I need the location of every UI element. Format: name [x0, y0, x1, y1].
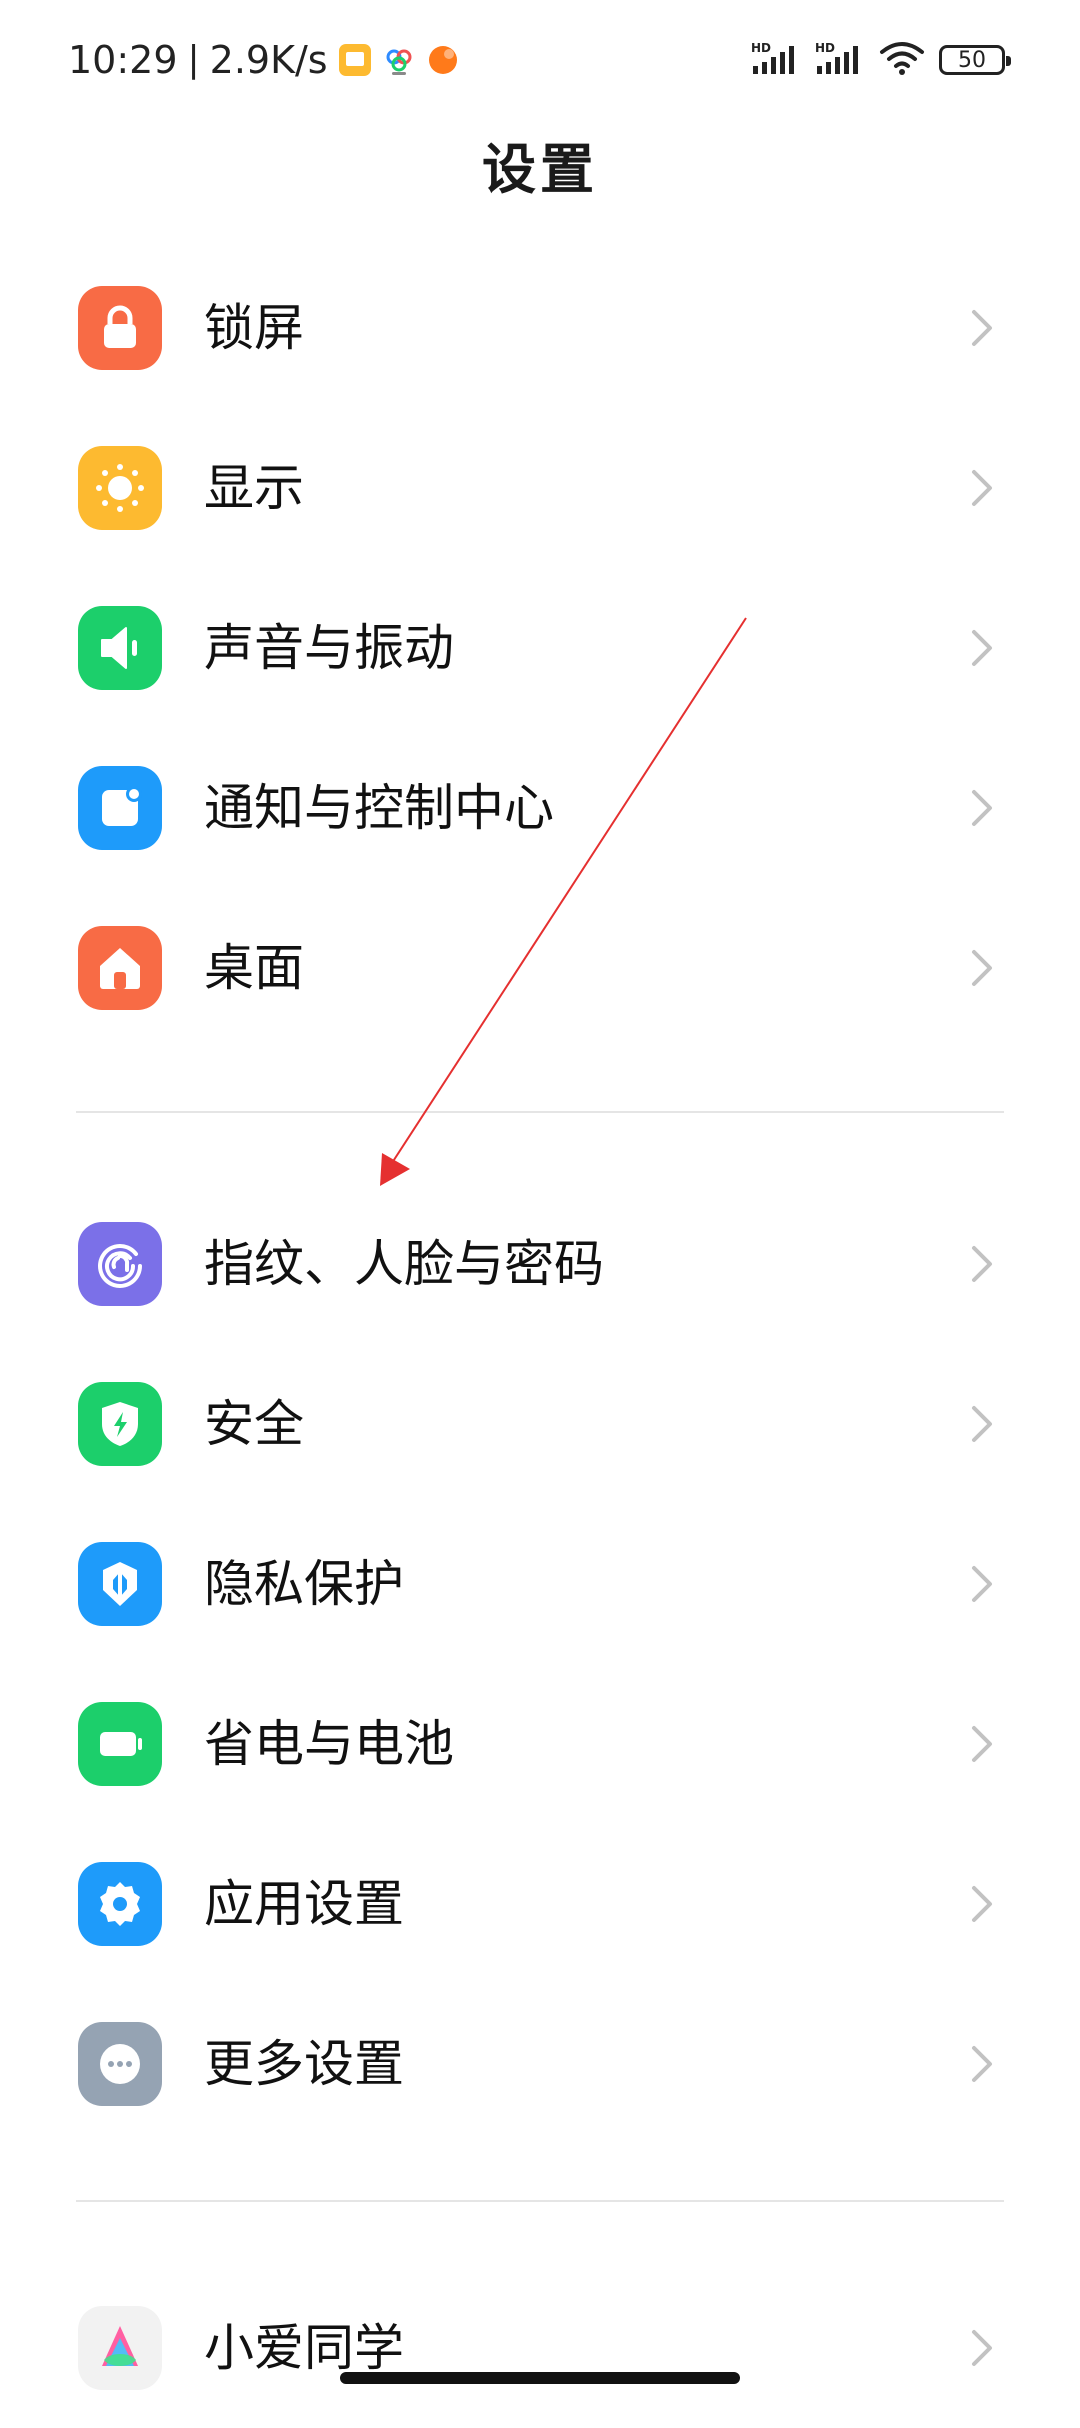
status-time: 10:29 — [68, 38, 178, 82]
status-left: 10:29 | 2.9K/s — [68, 30, 460, 90]
setting-item-lock-screen[interactable]: 锁屏 — [0, 248, 1080, 408]
setting-item-security[interactable]: 安全 — [0, 1344, 1080, 1504]
chevron-right-icon — [972, 310, 992, 346]
chevron-right-icon — [972, 1726, 992, 1762]
setting-item-label: 通知与控制中心 — [204, 779, 554, 837]
setting-item-sound-vibration[interactable]: 声音与振动 — [0, 568, 1080, 728]
cloud-notification-icon — [382, 43, 416, 77]
setting-item-desktop[interactable]: 桌面 — [0, 888, 1080, 1048]
setting-item-label: 安全 — [204, 1395, 304, 1453]
sun-icon — [78, 446, 162, 530]
setting-item-label: 锁屏 — [204, 299, 304, 357]
setting-item-label: 指纹、人脸与密码 — [204, 1235, 604, 1293]
network-speed: 2.9K/s — [209, 38, 328, 82]
status-separator: | — [187, 39, 200, 80]
home-icon — [78, 926, 162, 1010]
privacy-icon — [78, 1542, 162, 1626]
section-divider — [76, 1111, 1004, 1113]
battery-indicator: 50 — [939, 45, 1011, 75]
notification-icon — [78, 766, 162, 850]
chevron-right-icon — [972, 1406, 992, 1442]
chevron-right-icon — [972, 950, 992, 986]
app-notification-icon — [426, 43, 460, 77]
cell-signal-2-icon: HD — [815, 40, 865, 80]
shield-icon — [78, 1382, 162, 1466]
setting-item-label: 桌面 — [204, 939, 304, 997]
status-right: HD HD 50 — [751, 30, 1011, 90]
setting-item-label: 声音与振动 — [204, 619, 454, 677]
gear-icon — [78, 1862, 162, 1946]
xiaoai-icon — [78, 2306, 162, 2390]
setting-item-label: 省电与电池 — [204, 1715, 454, 1773]
chevron-right-icon — [972, 470, 992, 506]
setting-item-display[interactable]: 显示 — [0, 408, 1080, 568]
chevron-right-icon — [972, 1566, 992, 1602]
gesture-bar[interactable] — [340, 2372, 740, 2384]
lock-icon — [78, 286, 162, 370]
svg-text:HD: HD — [751, 41, 771, 55]
speaker-icon — [78, 606, 162, 690]
svg-text:HD: HD — [815, 41, 835, 55]
setting-item-label: 更多设置 — [204, 2035, 404, 2093]
status-bar: 10:29 | 2.9K/s HD HD 50 — [0, 0, 1080, 120]
chevron-right-icon — [972, 1886, 992, 1922]
fingerprint-icon — [78, 1222, 162, 1306]
setting-item-label: 隐私保护 — [204, 1555, 404, 1613]
chevron-right-icon — [972, 790, 992, 826]
chevron-right-icon — [972, 2330, 992, 2366]
setting-item-fingerprint-face-password[interactable]: 指纹、人脸与密码 — [0, 1184, 1080, 1344]
battery-icon — [78, 1702, 162, 1786]
page-title: 设置 — [482, 138, 598, 201]
section-divider — [76, 2200, 1004, 2202]
setting-item-label: 小爱同学 — [204, 2319, 404, 2377]
chevron-right-icon — [972, 2046, 992, 2082]
setting-item-label: 显示 — [204, 459, 304, 517]
setting-item-more-settings[interactable]: 更多设置 — [0, 1984, 1080, 2144]
setting-item-xiaoai[interactable]: 小爱同学 — [0, 2268, 1080, 2428]
chevron-right-icon — [972, 630, 992, 666]
wifi-icon — [879, 40, 925, 80]
more-icon — [78, 2022, 162, 2106]
setting-item-notifications[interactable]: 通知与控制中心 — [0, 728, 1080, 888]
setting-item-app-settings[interactable]: 应用设置 — [0, 1824, 1080, 1984]
cell-signal-1-icon: HD — [751, 40, 801, 80]
gallery-notification-icon — [338, 43, 372, 77]
chevron-right-icon — [972, 1246, 992, 1282]
setting-item-label: 应用设置 — [204, 1875, 404, 1933]
setting-item-privacy[interactable]: 隐私保护 — [0, 1504, 1080, 1664]
setting-item-battery[interactable]: 省电与电池 — [0, 1664, 1080, 1824]
